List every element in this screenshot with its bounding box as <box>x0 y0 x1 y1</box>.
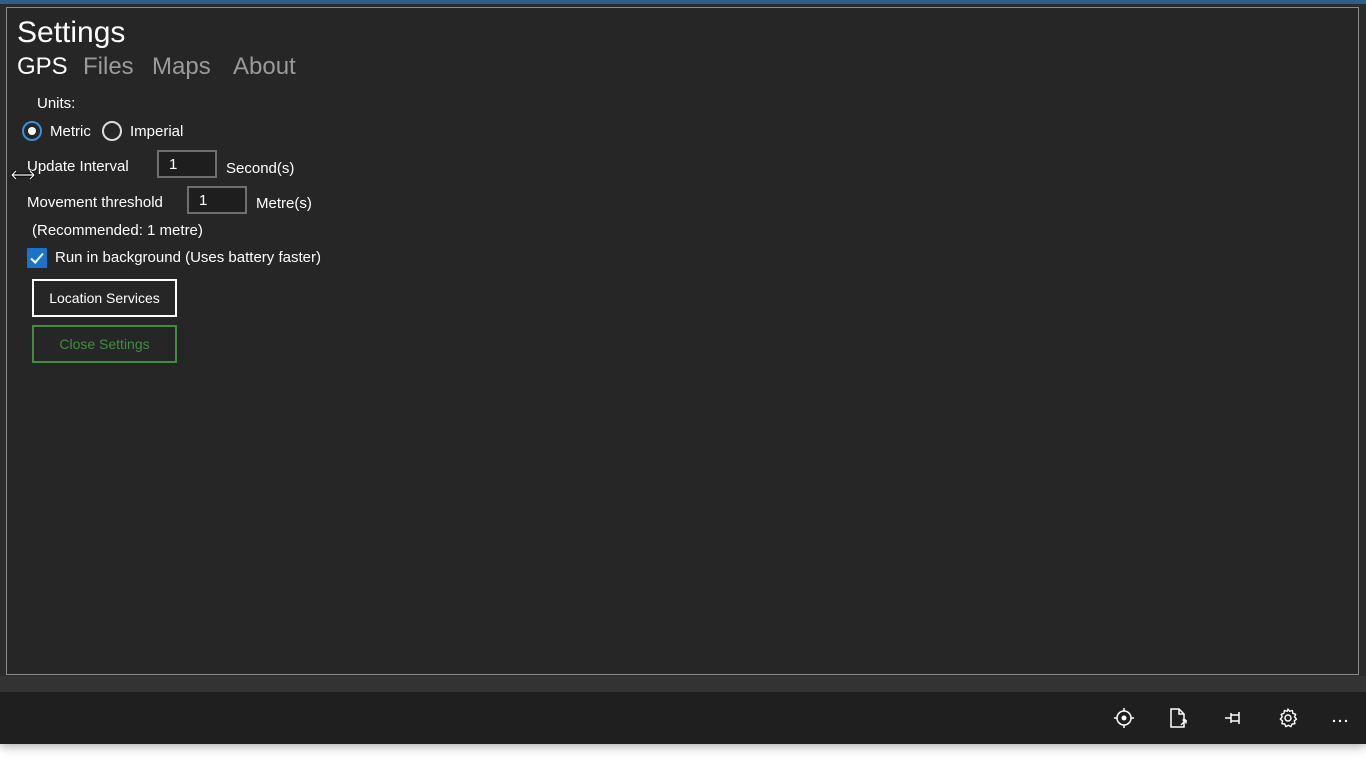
units-label: Units: <box>37 95 76 112</box>
gear-icon[interactable] <box>1274 704 1302 732</box>
window-top-accent <box>0 0 1366 4</box>
update-interval-unit: Second(s) <box>226 160 295 177</box>
run-in-background-checkbox[interactable] <box>27 248 47 268</box>
run-in-background-label[interactable]: Run in background (Uses battery faster) <box>55 248 321 268</box>
separator-strip <box>0 676 1366 692</box>
metric-label[interactable]: Metric <box>50 122 91 142</box>
imperial-radio[interactable] <box>102 121 122 141</box>
page-title: Settings <box>17 16 126 49</box>
tab-files[interactable]: Files <box>83 52 134 82</box>
settings-panel <box>6 7 1359 675</box>
location-services-button[interactable]: Location Services <box>32 279 177 317</box>
recommendation-note: (Recommended: 1 metre) <box>32 222 203 239</box>
tab-gps[interactable]: GPS <box>17 52 68 82</box>
update-interval-input[interactable]: 1 <box>157 150 217 178</box>
app-bar <box>0 692 1366 744</box>
more-icon[interactable] <box>1326 704 1354 732</box>
tab-about[interactable]: About <box>233 52 296 82</box>
metric-radio[interactable] <box>22 121 42 141</box>
checkmark-icon <box>30 252 44 264</box>
tab-maps[interactable]: Maps <box>152 52 211 82</box>
movement-threshold-unit: Metre(s) <box>256 195 312 212</box>
update-interval-label: Update Interval <box>27 158 129 175</box>
resize-cursor-icon <box>10 169 36 181</box>
export-file-icon[interactable] <box>1164 704 1192 732</box>
app-window: Settings GPS Files Maps About Units: Met… <box>0 0 1366 744</box>
pin-icon[interactable] <box>1220 704 1248 732</box>
close-settings-button[interactable]: Close Settings <box>32 325 177 363</box>
movement-threshold-input[interactable]: 1 <box>187 186 247 214</box>
movement-threshold-label: Movement threshold <box>27 194 163 211</box>
imperial-label[interactable]: Imperial <box>130 122 183 142</box>
location-target-icon[interactable] <box>1110 704 1138 732</box>
